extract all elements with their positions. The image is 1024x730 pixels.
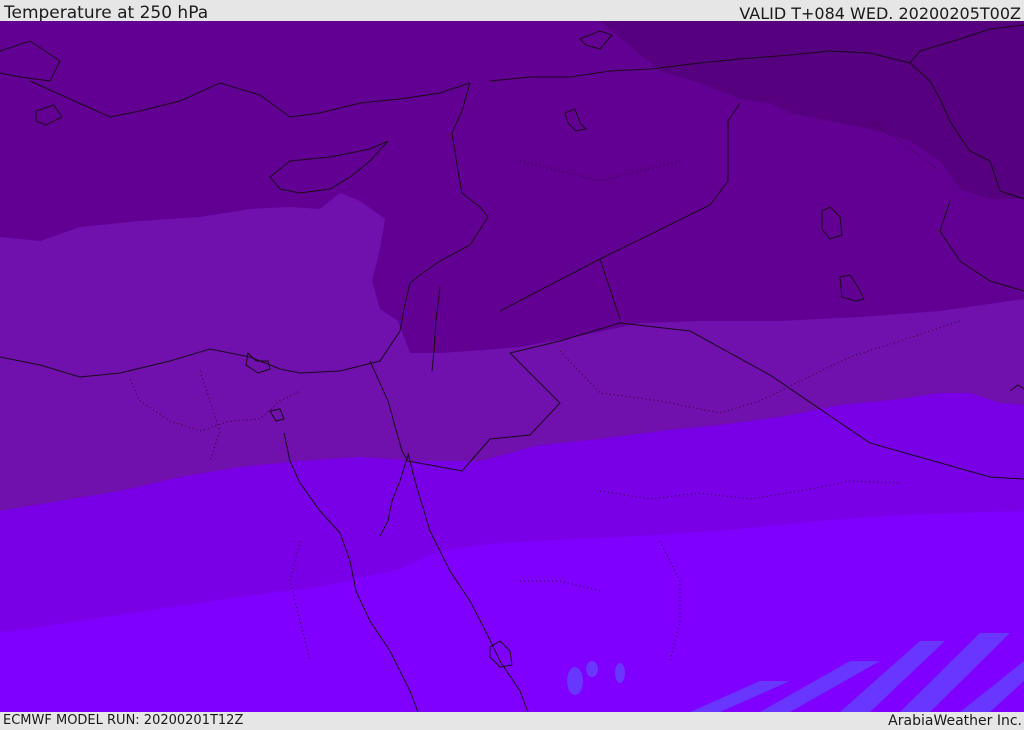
footer-bar: ECMWF MODEL RUN: 20200201T12Z ArabiaWeat… xyxy=(0,712,1024,729)
credit-label: ArabiaWeather Inc. xyxy=(888,713,1022,729)
header-bar: Temperature at 250 hPa VALID T+084 WED. … xyxy=(0,0,1024,23)
model-run-label: ECMWF MODEL RUN: 20200201T12Z xyxy=(3,713,244,728)
temperature-map[interactable] xyxy=(0,21,1024,712)
map-svg xyxy=(0,21,1024,712)
